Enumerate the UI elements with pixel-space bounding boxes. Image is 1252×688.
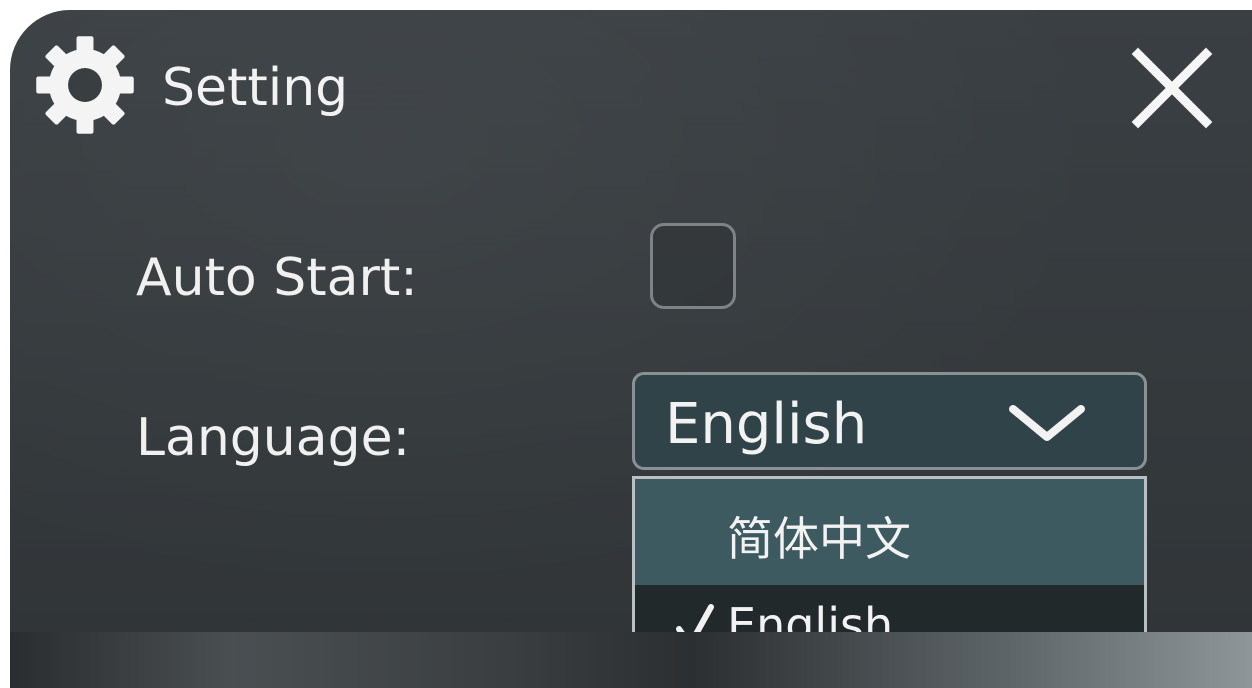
desktop-backdrop (10, 632, 1252, 688)
chevron-down-icon (1005, 399, 1089, 447)
title-bar: Setting (10, 10, 1252, 160)
settings-window: Setting Auto Start: Language: English 简体… (10, 10, 1252, 688)
auto-start-checkbox[interactable] (650, 223, 736, 309)
gear-icon (32, 32, 138, 138)
language-label: Language: (136, 408, 411, 468)
language-select-value: English (665, 392, 868, 457)
language-select[interactable]: English (632, 372, 1147, 470)
auto-start-label: Auto Start: (136, 248, 418, 308)
close-button[interactable] (1124, 40, 1220, 136)
language-option-label: 简体中文 (727, 512, 911, 566)
close-icon (1131, 47, 1213, 129)
language-option-chinese[interactable]: 简体中文 (635, 479, 1144, 585)
screen: Setting Auto Start: Language: English 简体… (0, 0, 1252, 688)
window-title: Setting (162, 58, 349, 118)
